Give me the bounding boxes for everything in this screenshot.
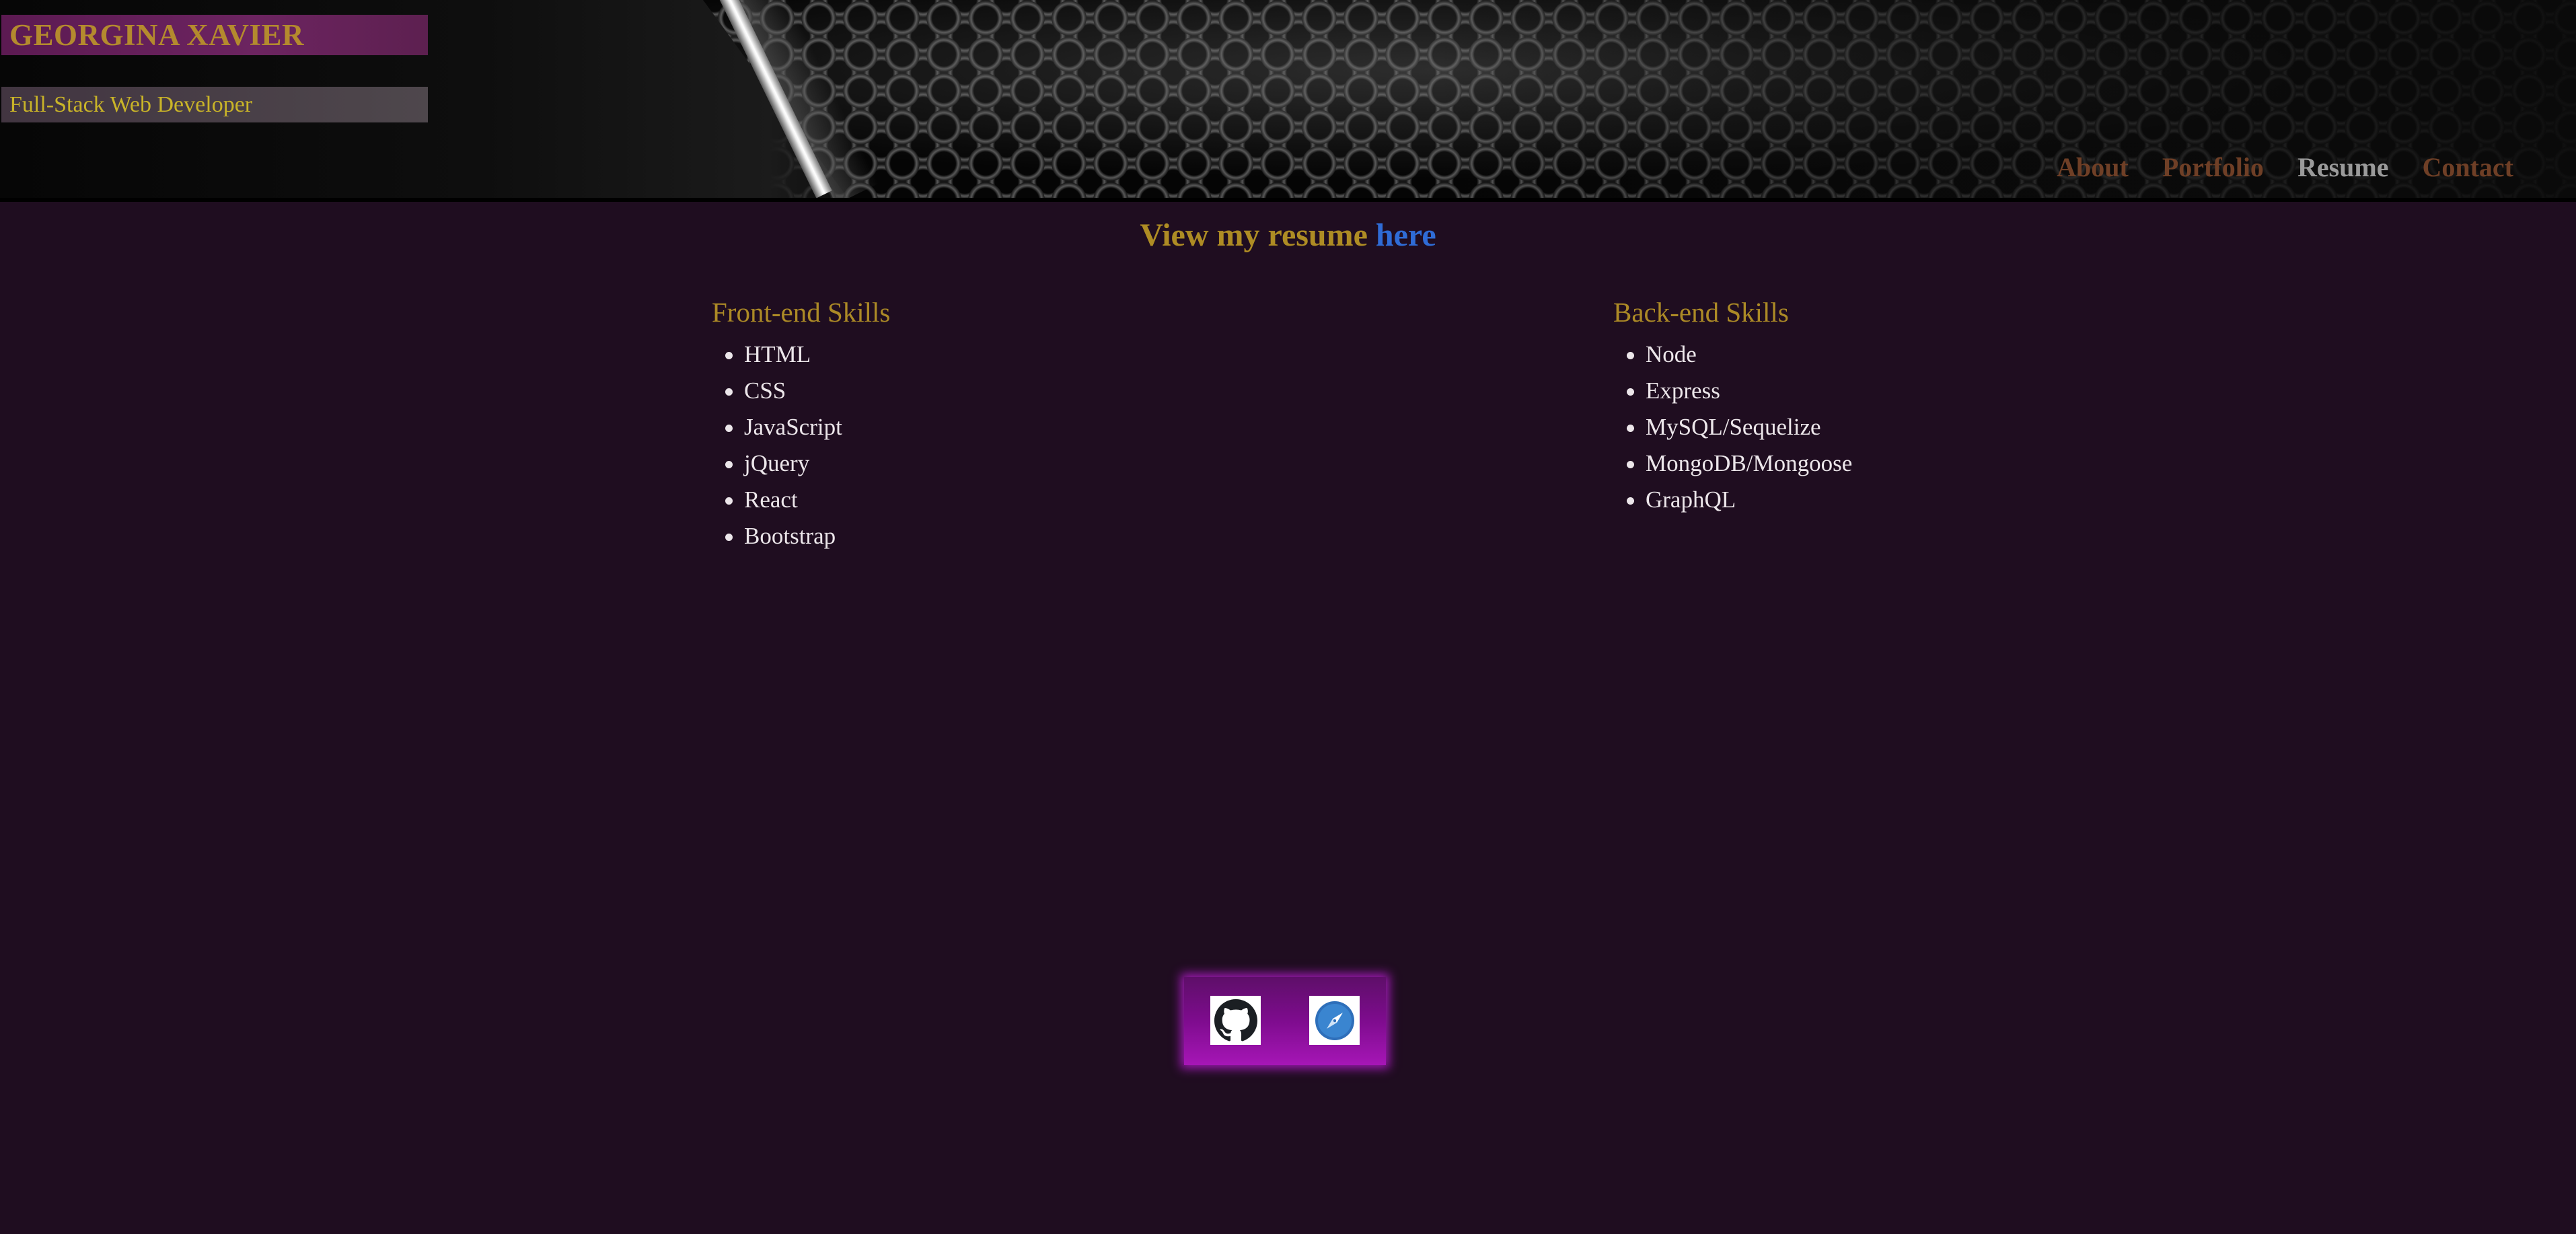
nav-link-portfolio[interactable]: Portfolio [2162, 151, 2264, 183]
list-item: JavaScript [712, 409, 890, 445]
social-links-footer [1184, 977, 1386, 1065]
job-title: Full-Stack Web Developer [9, 92, 253, 117]
list-item: MySQL/Sequelize [1613, 409, 1852, 445]
list-item: React [712, 482, 890, 518]
backend-skills-section: Back-end Skills Node Express MySQL/Seque… [1613, 296, 1852, 518]
resume-heading-text: View my resume [1140, 217, 1376, 253]
nav-link-resume[interactable]: Resume [2297, 151, 2389, 183]
role-banner: Full-Stack Web Developer [1, 87, 428, 122]
list-item: jQuery [712, 445, 890, 482]
github-link[interactable] [1210, 996, 1261, 1045]
frontend-skills-list: HTML CSS JavaScript jQuery React Bootstr… [712, 336, 890, 554]
portfolio-link[interactable] [1309, 996, 1360, 1045]
github-icon [1214, 999, 1257, 1041]
resume-heading: View my resume here [0, 217, 2576, 254]
list-item: CSS [712, 373, 890, 409]
page: GEORGINA XAVIER Full-Stack Web Developer… [0, 0, 2576, 1234]
list-item: Node [1613, 336, 1852, 373]
nav-link-about[interactable]: About [2057, 151, 2129, 183]
list-item: MongoDB/Mongoose [1613, 445, 1852, 482]
list-item: Express [1613, 373, 1852, 409]
nav-link-contact[interactable]: Contact [2422, 151, 2513, 183]
backend-skills-list: Node Express MySQL/Sequelize MongoDB/Mon… [1613, 336, 1852, 518]
frontend-skills-title: Front-end Skills [712, 297, 891, 328]
site-header: GEORGINA XAVIER Full-Stack Web Developer… [0, 0, 2576, 202]
backend-skills-title: Back-end Skills [1613, 297, 1789, 328]
site-owner-name: GEORGINA XAVIER [9, 18, 305, 52]
main-nav: About Portfolio Resume Contact [2057, 151, 2513, 183]
compass-icon [1315, 1001, 1354, 1040]
list-item: Bootstrap [712, 518, 890, 554]
resume-link[interactable]: here [1376, 217, 1436, 253]
name-banner: GEORGINA XAVIER [1, 15, 428, 55]
list-item: GraphQL [1613, 482, 1852, 518]
frontend-skills-section: Front-end Skills HTML CSS JavaScript jQu… [712, 296, 890, 554]
list-item: HTML [712, 336, 890, 373]
